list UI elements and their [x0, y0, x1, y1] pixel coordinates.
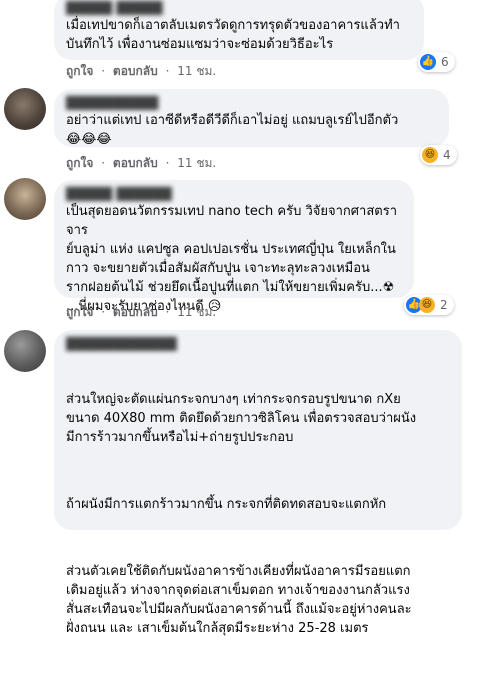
avatar[interactable] [4, 330, 46, 372]
like-link[interactable]: ถูกใจ [66, 156, 93, 170]
like-link[interactable]: ถูกใจ [66, 305, 93, 319]
radioactive-emoji: ☢ [382, 280, 395, 295]
commenter-name[interactable]: ████████████ [66, 337, 450, 352]
reaction-summary[interactable]: 👍 6 [418, 52, 455, 72]
comment-time[interactable]: 11 ชม. [177, 305, 216, 319]
reply-link[interactable]: ตอบกลับ [113, 156, 158, 170]
reaction-count: 6 [441, 55, 449, 69]
comment-bubble: ████████████ ส่วนใหญ่จะตัดแผ่นกระจกบางๆ … [54, 330, 462, 636]
comment-time[interactable]: 11 ชม. [177, 64, 216, 78]
comment-bubble: █████ █████ เมื่อเทปขาดก็เอาตลับเมตรวัดด… [54, 0, 424, 60]
comment-text: เป็นสุดยอดนวัตกรรมเทป nano tech ครับ วิจ… [66, 204, 397, 295]
reply-link[interactable]: ตอบกลับ [113, 64, 158, 78]
laughing-emoji: 😂😂😂 [66, 132, 112, 147]
reaction-summary[interactable]: 👍 😆 2 [404, 295, 454, 315]
comment-bubble: ██████████ อย่าว่าแต่เทป เอาซีดีหรือดีวี… [54, 89, 449, 147]
comment-text: อย่าว่าแต่เทป เอาซีดีหรือดีวีดีก็เอาไม่อ… [66, 113, 399, 128]
reply-link[interactable]: ตอบกลับ [113, 305, 158, 319]
avatar[interactable] [4, 178, 46, 220]
comment-actions: ถูกใจ · ตอบกลับ · 11 ชม. [66, 156, 217, 170]
haha-icon: 😆 [422, 147, 438, 163]
haha-icon: 😆 [419, 297, 435, 313]
comment-actions: ถูกใจ · ตอบกลับ · 11 ชม. [66, 64, 217, 78]
comment-paragraph: ส่วนใหญ่จะตัดแผ่นกระจกบางๆ เท่ากระจกรอบร… [66, 392, 417, 445]
commenter-name[interactable]: ██████████ [66, 96, 437, 111]
comment-time[interactable]: 11 ชม. [177, 156, 216, 170]
reaction-summary[interactable]: 😆 4 [420, 145, 457, 165]
avatar[interactable] [4, 88, 46, 130]
commenter-name[interactable]: █████ █████ [66, 1, 412, 16]
like-icon: 👍 [420, 54, 436, 70]
reaction-count: 4 [443, 148, 451, 162]
comment-bubble: █████ ██████ เป็นสุดยอดนวัตกรรมเทป nano … [54, 180, 414, 314]
comment-paragraph: ถ้าผนังมีการแตกร้าวมากขึ้น กระจกที่ติดทด… [66, 497, 387, 512]
comment-text: เมื่อเทปขาดก็เอาตลับเมตรวัดดูการทรุดตัวข… [66, 18, 400, 52]
commenter-name[interactable]: █████ ██████ [66, 187, 402, 202]
comment-actions: ถูกใจ · ตอบกลับ · 11 ชม. [66, 305, 217, 319]
like-link[interactable]: ถูกใจ [66, 64, 93, 78]
comment-paragraph: ส่วนตัวเคยใช้ติดกับผนังอาคารข้างเคียงที่… [66, 564, 412, 636]
reaction-count: 2 [440, 298, 448, 312]
